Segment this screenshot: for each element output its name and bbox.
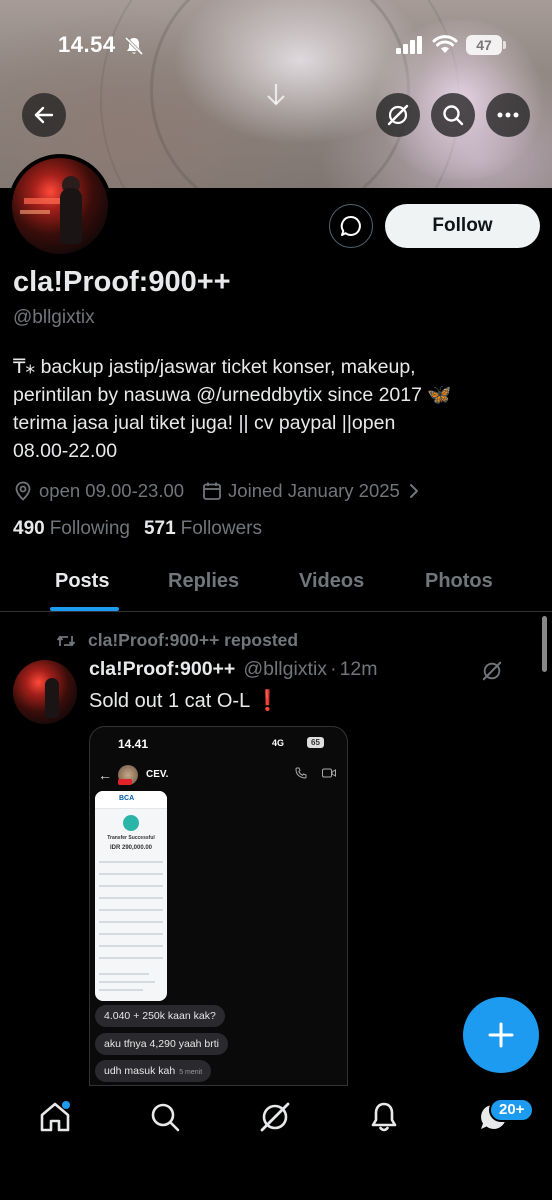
grok-icon [387,104,409,126]
followers-count: 571 [143,518,176,539]
signal-icon [396,36,422,54]
chat-message: 4.040 + 250k kaan kak? [95,1005,225,1027]
arrow-left-icon [34,106,54,124]
status-bar: 14.54 47 [0,28,552,64]
bank-logo: BCA [119,795,135,802]
tab-videos[interactable]: Videos [299,570,364,593]
back-button[interactable] [22,93,66,137]
plus-icon [488,1022,514,1048]
battery-tip [503,41,506,49]
grok-button[interactable] [376,93,420,137]
more-options-button[interactable] [486,93,530,137]
profile-location: open 09.00-23.00 [39,480,185,501]
repost-label: cla!Proof:900++ reposted [88,630,299,650]
profile-avatar[interactable] [8,154,112,258]
image-battery: 65 [307,737,324,748]
grok-icon[interactable] [258,1100,292,1134]
grok-icon[interactable] [481,660,503,682]
arrow-left-icon: ← [98,767,112,783]
tab-posts[interactable]: Posts [55,570,109,593]
profile-joined-date: Joined January 2025 [228,480,400,501]
bio-line: perintilan by nasuwa @/urneddbytix since… [13,381,533,409]
tweet-header: cla!Proof:900++ @bllgixtix · 12m [89,658,378,681]
search-button[interactable] [431,93,475,137]
search-icon[interactable] [148,1100,182,1134]
message-timestamp: 5 menit [179,1069,203,1076]
tweet-text: Sold out 1 cat O-L ❗ [89,688,280,713]
check-circle-icon [123,815,139,831]
battery-indicator: 47 [466,35,502,55]
active-tab-indicator [50,607,119,611]
contact-avatar-badge [118,779,132,785]
avatar-detail [45,678,59,718]
receipt-title: Transfer Successful [107,835,155,841]
bio-line: 08.00-22.00 [13,440,118,462]
following-count: 490 [13,518,45,539]
scrollbar[interactable] [542,616,547,672]
avatar-detail [24,198,64,204]
wifi-icon [432,35,458,53]
avatar-detail [20,210,50,214]
search-icon [443,105,464,126]
image-status-time: 14.41 [118,737,149,751]
following-stat[interactable]: 490 Following [13,518,130,540]
receipt-amount: IDR 290,000.00 [109,845,153,851]
following-label: Following [49,518,130,539]
chat-message: aku tfnya 4,290 yaah brti [95,1033,228,1055]
chat-message: udh masuk kah 5 menit [95,1060,212,1082]
tweet-author-handle[interactable]: @bllgixtix [243,658,327,681]
repost-icon [56,635,76,646]
messages-badge: 20+ [489,1098,535,1122]
tab-replies[interactable]: Replies [168,570,239,593]
compose-post-button[interactable] [463,997,539,1073]
image-network-label: 4G [272,738,285,748]
location-pin-icon [15,481,31,501]
calendar-icon [203,482,221,500]
followers-stat[interactable]: 571 Followers [144,518,262,540]
follow-stats: 490 Following 571 Followers [13,518,262,540]
profile-bio: ₸⁎ backup jastip/jaswar ticket konser, m… [13,353,533,465]
display-name: cla!Proof:900++ [13,266,231,298]
message-button[interactable] [329,204,373,248]
pull-to-refresh-arrow-icon [267,84,285,106]
avatar-image [12,158,108,254]
status-time: 14.54 [58,32,116,57]
bank-receipt: BCA Transfer Successful IDR 290,000.00 [95,791,167,1001]
follow-button[interactable]: Follow [385,204,540,248]
chevron-right-icon[interactable] [404,481,424,501]
contact-name: CEV. [146,769,169,780]
tweet-media-image[interactable]: 14.41 4G 65 ← CEV. BCA Transfer Successf… [89,726,348,1086]
profile-handle: @bllgixtix [13,307,95,328]
chat-bubble-icon [340,215,361,236]
repost-indicator[interactable]: cla!Proof:900++ reposted [56,630,298,651]
exclamation-emoji: ❗ [255,690,280,712]
tab-photos[interactable]: Photos [425,570,493,593]
tweet-separator: · [330,658,337,680]
bell-muted-icon [124,36,144,56]
phone-icon [295,767,307,779]
profile-meta: open 09.00-23.00 Joined January 2025 [13,478,424,504]
bell-icon[interactable] [367,1100,401,1134]
bottom-navigation: 20+ [0,1086,552,1200]
home-notification-dot [62,1101,70,1109]
more-dots-icon [497,112,519,118]
tweet-author-avatar[interactable] [13,660,77,724]
video-call-icon [322,768,336,778]
bio-line: ₸⁎ backup jastip/jaswar ticket konser, m… [13,356,416,378]
bio-text: perintilan by nasuwa @/urneddbytix since… [13,384,428,406]
profile-tabs: Posts Replies Videos Photos [0,556,552,612]
bio-line: terima jasa jual tiket juga! || cv paypa… [13,412,396,434]
avatar-detail [60,188,82,244]
tweet-time[interactable]: 12m [340,658,378,681]
followers-label: Followers [180,518,262,539]
tweet-body: Sold out 1 cat O-L [89,690,250,712]
butterfly-emoji: 🦋 [427,384,452,406]
tweet-author-name[interactable]: cla!Proof:900++ [89,658,235,681]
